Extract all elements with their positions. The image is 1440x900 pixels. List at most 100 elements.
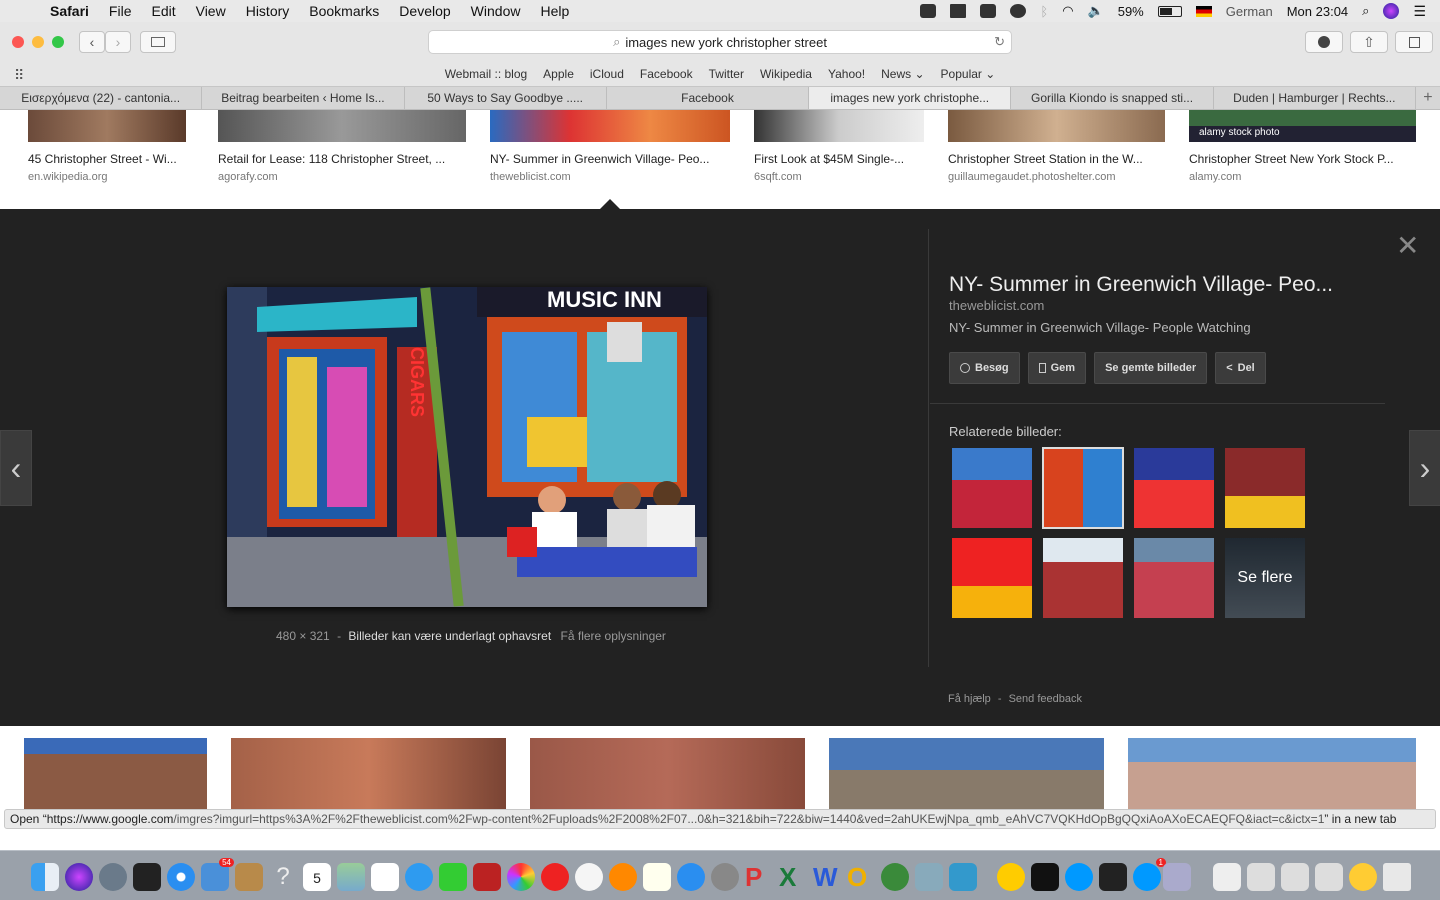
result-thumbnail[interactable] [24, 738, 207, 818]
activity-monitor-icon[interactable] [1099, 863, 1127, 891]
related-image[interactable] [952, 538, 1032, 618]
more-info-link[interactable]: Få flere oplysninger [561, 629, 666, 643]
word-icon[interactable]: W [813, 863, 841, 891]
stickies-icon[interactable] [643, 863, 671, 891]
photos-icon[interactable] [507, 863, 535, 891]
next-image-button[interactable]: › [1409, 430, 1440, 506]
flag-germany-icon[interactable] [1195, 5, 1212, 17]
result-item[interactable]: 45 Christopher Street - Wi... en.wikiped… [28, 110, 186, 183]
new-tab-button[interactable]: + [1416, 87, 1440, 109]
tab-overview-button[interactable] [1395, 31, 1433, 53]
forward-button[interactable]: › [105, 31, 131, 53]
siri-icon[interactable] [1383, 3, 1400, 19]
dropbox-icon[interactable] [950, 4, 967, 18]
reminders-icon[interactable] [371, 863, 399, 891]
related-image[interactable] [1043, 538, 1123, 618]
bookmark-twitter[interactable]: Twitter [709, 67, 744, 81]
volume-icon[interactable]: 🔈 [1088, 3, 1104, 19]
menu-bookmarks[interactable]: Bookmarks [299, 3, 389, 19]
window-thumb-icon[interactable] [1281, 863, 1309, 891]
window-thumb-icon[interactable] [1315, 863, 1343, 891]
view-saved-button[interactable]: Se gemte billeder [1094, 352, 1208, 384]
related-image[interactable] [952, 448, 1032, 528]
sidebar-toggle-button[interactable] [140, 31, 176, 53]
result-item[interactable]: NY- Summer in Greenwich Village- Peo... … [490, 110, 730, 183]
trash-icon[interactable] [1383, 863, 1411, 891]
result-title[interactable]: Christopher Street New York Stock P... [1189, 152, 1416, 166]
feedback-link[interactable]: Send feedback [1009, 693, 1082, 705]
share-button[interactable]: ⇧ [1350, 31, 1388, 53]
battery-icon[interactable] [1157, 5, 1182, 17]
time-machine-icon[interactable] [1010, 4, 1027, 18]
related-image[interactable] [1225, 448, 1305, 528]
result-thumbnail[interactable] [231, 738, 506, 818]
notes-app-icon[interactable] [235, 863, 263, 891]
books-icon[interactable] [609, 863, 637, 891]
app-store-icon[interactable] [677, 863, 705, 891]
result-thumbnail[interactable] [218, 110, 466, 142]
menu-develop[interactable]: Develop [389, 3, 460, 19]
calendar-icon[interactable]: 5 [303, 863, 331, 891]
safari-icon[interactable] [167, 863, 195, 891]
window-zoom-button[interactable] [52, 36, 64, 48]
result-item[interactable]: alamy stock photo Christopher Street New… [1189, 110, 1416, 183]
address-bar[interactable]: ⌕ images new york christopher street ↻ [428, 30, 1012, 54]
menubar-clock[interactable]: Mon 23:04 [1287, 4, 1348, 19]
wifi-icon[interactable]: ◠ [1062, 3, 1073, 19]
result-thumbnail[interactable] [948, 110, 1165, 142]
bookmark-webmail[interactable]: Webmail :: blog [445, 67, 527, 81]
skype-business-icon[interactable]: 1 [1133, 858, 1166, 891]
result-thumbnail[interactable]: alamy stock photo [1189, 110, 1416, 142]
preview-icon[interactable] [915, 863, 943, 891]
messages-icon[interactable] [405, 863, 433, 891]
back-button[interactable]: ‹ [79, 31, 105, 53]
save-button[interactable]: Gem [1027, 352, 1087, 384]
related-image[interactable] [1134, 538, 1214, 618]
downloads-button[interactable] [1305, 31, 1343, 53]
preview-title[interactable]: NY- Summer in Greenwich Village- Peo... [949, 273, 1369, 297]
result-item[interactable]: Retail for Lease: 118 Christopher Street… [218, 110, 466, 183]
powerpoint-icon[interactable]: P [745, 863, 773, 891]
bookmark-icloud[interactable]: iCloud [590, 67, 624, 81]
see-more-related[interactable]: Se flere [1225, 538, 1305, 618]
globe-app-icon[interactable] [881, 863, 909, 891]
airplay-icon[interactable] [980, 4, 997, 18]
window-close-button[interactable] [12, 36, 24, 48]
menu-view[interactable]: View [186, 3, 236, 19]
system-preferences-icon[interactable] [711, 863, 739, 891]
input-source-label[interactable]: German [1226, 4, 1273, 19]
result-thumbnail[interactable] [490, 110, 730, 142]
result-thumbnail[interactable] [28, 110, 186, 142]
battery-percent[interactable]: 59% [1118, 4, 1144, 19]
preview-source[interactable]: theweblicist.com [949, 298, 1044, 313]
tab-beitrag[interactable]: Beitrag bearbeiten ‹ Home Is... [202, 87, 405, 109]
menu-help[interactable]: Help [530, 3, 579, 19]
preview-image[interactable]: CIGARS MUSIC INN [227, 287, 707, 607]
bookmark-wikipedia[interactable]: Wikipedia [760, 67, 812, 81]
bookmark-apple[interactable]: Apple [543, 67, 574, 81]
related-image[interactable] [1134, 448, 1214, 528]
menu-app-safari[interactable]: Safari [40, 3, 99, 19]
tab-gorilla[interactable]: Gorilla Kiondo is snapped sti... [1011, 87, 1214, 109]
spotlight-search-icon[interactable]: ⌕ [1362, 3, 1369, 19]
bookmark-facebook[interactable]: Facebook [640, 67, 693, 81]
tab-images-christopher-street[interactable]: images new york christophe... [809, 87, 1012, 109]
grid-icon[interactable]: ⠿ [14, 67, 24, 84]
terminal-icon[interactable] [1031, 863, 1059, 891]
drive-icon[interactable] [997, 863, 1025, 891]
menu-edit[interactable]: Edit [141, 3, 185, 19]
news-icon[interactable] [541, 863, 569, 891]
maps-icon[interactable] [337, 863, 365, 891]
tab-inbox[interactable]: Εισερχόμενα (22) - cantonia... [0, 87, 203, 109]
finder-icon[interactable] [31, 863, 59, 891]
menu-file[interactable]: File [99, 3, 142, 19]
facetime-icon[interactable] [439, 863, 467, 891]
mission-control-icon[interactable] [133, 863, 161, 891]
help-icon[interactable]: ? [269, 863, 297, 891]
bluetooth-icon[interactable]: ᛒ [1040, 4, 1048, 19]
result-thumbnail[interactable] [1128, 738, 1416, 818]
result-thumbnail[interactable] [754, 110, 924, 142]
teams-icon[interactable] [949, 863, 977, 891]
outlook-icon[interactable]: O [847, 863, 875, 891]
skype-icon[interactable] [1065, 863, 1093, 891]
